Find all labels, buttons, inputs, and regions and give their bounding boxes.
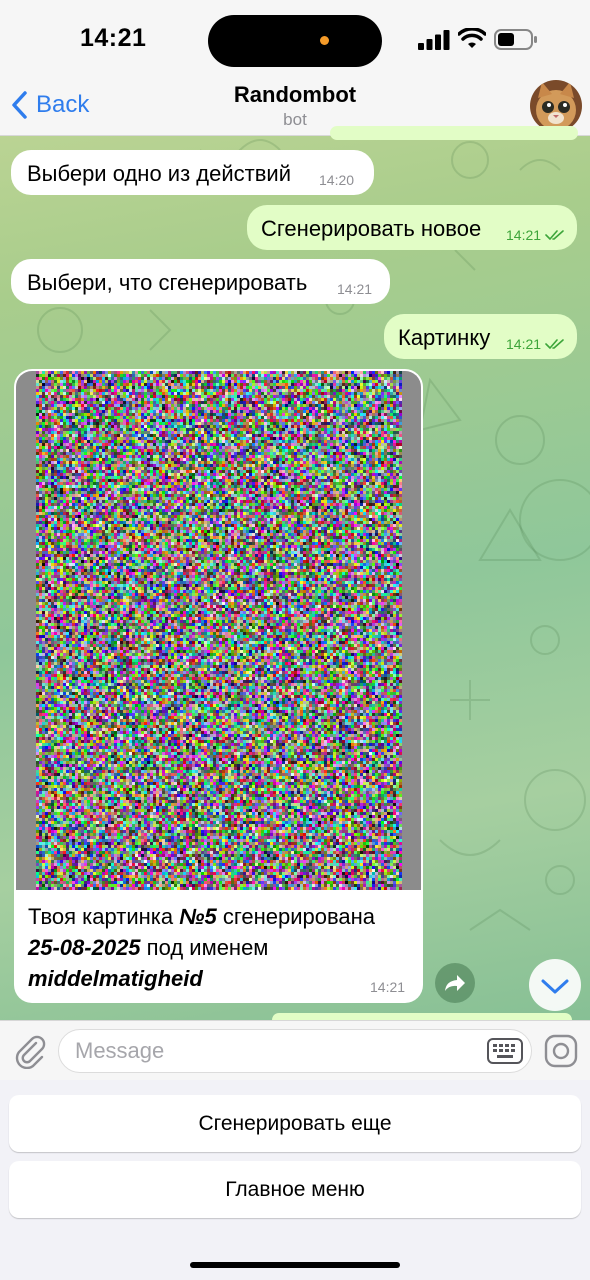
reply-keyboard: Сгенерировать еще Главное меню — [0, 1080, 590, 1280]
message-input-bar — [0, 1020, 590, 1080]
message-incoming[interactable]: Выбери, что сгенерировать 14:21 — [11, 259, 390, 304]
caption-text-2: сгенерирована — [216, 904, 376, 929]
message-outgoing[interactable]: Картинку 14:21 — [384, 314, 577, 359]
read-checkmarks-icon — [545, 339, 564, 349]
caption-text-1: Твоя картинка — [28, 904, 180, 929]
message-text: Картинку — [398, 325, 491, 350]
message-outgoing[interactable]: Сгенерировать новое 14:21 — [247, 205, 577, 250]
caption-text-3: под именем — [140, 935, 269, 960]
cat-avatar-icon — [530, 80, 582, 132]
cellular-signal-icon — [418, 30, 450, 50]
image-caption: Твоя картинка №5 сгенерирована 25-08-202… — [28, 901, 418, 994]
message-input[interactable] — [75, 1036, 475, 1066]
message-text: Выбери, что сгенерировать — [27, 270, 308, 295]
message-time: 14:21 — [506, 336, 542, 352]
message-time: 14:21 — [370, 979, 406, 995]
message-time: 14:20 — [319, 172, 355, 188]
previous-message-peek — [330, 126, 578, 140]
generate-again-button[interactable]: Сгенерировать еще — [9, 1095, 581, 1152]
message-field[interactable] — [58, 1029, 532, 1073]
attach-paperclip-icon[interactable] — [12, 1033, 48, 1069]
privacy-indicator-icon — [320, 36, 329, 45]
bot-avatar[interactable] — [530, 80, 582, 132]
chat-title[interactable]: Randombot — [0, 82, 590, 108]
status-time: 14:21 — [80, 24, 147, 52]
caption-date: 25-08-2025 — [28, 935, 141, 960]
status-bar: 14:21 — [0, 0, 590, 80]
generated-image-frame[interactable] — [16, 371, 421, 890]
battery-icon — [494, 29, 537, 50]
main-menu-button[interactable]: Главное меню — [9, 1161, 581, 1218]
share-button[interactable] — [435, 963, 475, 1003]
message-text: Выбери одно из действий — [27, 161, 291, 186]
message-text: Сгенерировать новое — [261, 216, 482, 241]
wifi-icon — [458, 28, 486, 48]
message-time: 14:21 — [506, 227, 542, 243]
sticker-icon[interactable] — [543, 1033, 579, 1069]
message-incoming[interactable]: Выбери одно из действий 14:20 — [11, 150, 374, 195]
home-indicator — [190, 1262, 400, 1268]
read-checkmarks-icon — [545, 230, 564, 240]
image-message[interactable]: Твоя картинка №5 сгенерирована 25-08-202… — [14, 369, 423, 1003]
message-time: 14:21 — [337, 281, 373, 297]
chevron-down-icon — [541, 979, 569, 994]
bot-keyboard-icon[interactable] — [487, 1038, 523, 1064]
forward-arrow-icon — [445, 975, 465, 991]
generated-noise-image — [36, 371, 402, 890]
caption-number: №5 — [179, 904, 217, 929]
scroll-down-button[interactable] — [529, 959, 581, 1011]
dynamic-island — [208, 15, 382, 67]
caption-name: middelmatigheid — [28, 966, 203, 991]
